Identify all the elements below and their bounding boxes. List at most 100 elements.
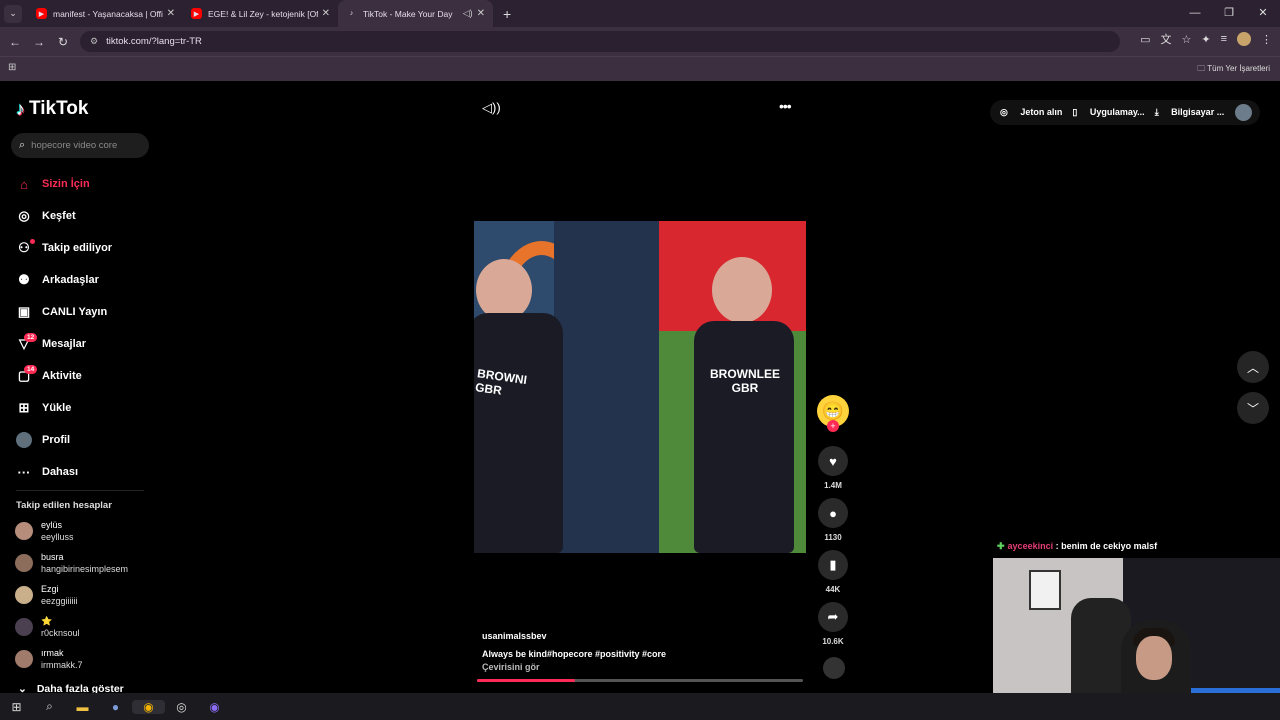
minimize-button[interactable]: — — [1178, 0, 1212, 27]
reload-button[interactable]: ↻ — [51, 35, 75, 49]
sidebar-item-label: Mesajlar — [42, 338, 87, 350]
apps-icon[interactable]: ⊞ — [8, 62, 16, 73]
comment-button[interactable]: ● — [818, 498, 848, 528]
following-account[interactable]: ırmak irmmakk.7 — [15, 644, 165, 674]
account-username: eeylluss — [41, 532, 74, 542]
search-icon[interactable]: ⌕ — [33, 699, 66, 714]
following-account[interactable]: eylüs eeylluss — [15, 516, 165, 546]
restore-button[interactable]: ❐ — [1212, 0, 1246, 27]
following-account[interactable]: Ezgi eezggiiiiii — [15, 580, 165, 610]
video-description: Always be kind#hopecore #positivity #cor… — [482, 649, 667, 659]
profile-icon — [14, 432, 34, 449]
file-explorer-icon[interactable]: ▬ — [66, 700, 99, 714]
runner-head — [712, 257, 772, 323]
messages-badge: 12 — [24, 333, 38, 342]
obs-icon[interactable]: ◎ — [165, 700, 198, 714]
sidebar-item-label: Yükle — [42, 402, 72, 414]
profile-avatar[interactable] — [1237, 32, 1251, 46]
translate-icon[interactable]: 文 — [1160, 31, 1171, 47]
sidebar-item-label: Takip ediliyor — [42, 242, 113, 254]
account-username: irmmakk.7 — [41, 660, 83, 670]
chrome-icon[interactable]: ◉ — [132, 699, 165, 714]
follow-plus-icon[interactable]: + — [827, 420, 839, 432]
following-account[interactable]: ⭐ r0cknsoul — [15, 612, 165, 642]
upload-icon: ⊞ — [18, 400, 30, 415]
video-author[interactable]: usanimalssbev — [482, 631, 812, 641]
new-tab-button[interactable]: + — [503, 6, 511, 22]
url-field[interactable]: ⚙ tiktok.com/?lang=tr-TR — [80, 31, 1120, 52]
sidebar-item-messages[interactable]: ▽ 12 Mesajlar — [14, 328, 154, 360]
user-avatar[interactable] — [1235, 104, 1252, 121]
sidebar-item-profile[interactable]: Profil — [14, 424, 154, 456]
tiktok-icon: ♪ — [349, 10, 354, 17]
translate-link[interactable]: Çevirisini gör — [482, 662, 812, 672]
like-button[interactable]: ♥ — [818, 446, 848, 476]
get-coins-button[interactable]: ◎ Jeton alın — [1000, 107, 1062, 118]
avatar — [15, 618, 33, 636]
music-disc-icon[interactable] — [823, 657, 845, 679]
get-app-button[interactable]: ▯ Uygulamay... — [1072, 107, 1144, 118]
tab-tiktok[interactable]: ♪ TikTok - Make Your Day ◁) ✕ — [338, 0, 493, 27]
start-icon[interactable]: ⊞ — [0, 700, 33, 714]
cast-icon[interactable]: ▭ — [1140, 33, 1150, 46]
volume-icon[interactable]: ◁)) — [482, 100, 501, 116]
close-window-button[interactable]: ✕ — [1246, 0, 1280, 27]
share-button[interactable]: ➦ — [818, 602, 848, 632]
divider — [16, 490, 144, 491]
more-options-icon[interactable]: ••• — [779, 98, 792, 114]
menu-icon[interactable]: ⋮ — [1261, 33, 1272, 46]
sidebar-item-upload[interactable]: ⊞ Yükle — [14, 392, 154, 424]
close-icon[interactable]: ✕ — [322, 8, 330, 19]
top-actions: ◎ Jeton alın ▯ Uygulamay... ⤓ Bilgisayar… — [990, 100, 1260, 125]
app-icon[interactable]: ● — [99, 700, 132, 714]
video-progress-fill — [477, 679, 575, 682]
share-count: 10.6K — [822, 637, 844, 646]
sidebar-item-more[interactable]: ··· Dahası — [14, 456, 154, 488]
sidebar-item-for-you[interactable]: ⌂ Sizin İçin — [14, 168, 154, 200]
back-button[interactable]: ← — [3, 35, 27, 49]
speaker-icon[interactable]: ◁) — [463, 8, 473, 19]
previous-video-button[interactable]: ︿ — [1237, 351, 1269, 383]
home-icon: ⌂ — [20, 176, 28, 192]
youtube-icon: ▶ — [191, 8, 202, 19]
search-input[interactable]: ⌕ hopecore video core — [11, 133, 149, 158]
sidebar-item-friends[interactable]: ⚉ Arkadaşlar — [14, 264, 154, 296]
sidebar-item-following[interactable]: ⚇ Takip ediliyor — [14, 232, 154, 264]
save-button[interactable]: ▮ — [818, 550, 848, 580]
search-icon: ⌕ — [19, 139, 26, 151]
sidebar-item-label: Aktivite — [42, 370, 82, 382]
account-username: eezggiiiiii — [41, 596, 78, 606]
get-app-label: Uygulamay... — [1089, 107, 1145, 117]
close-icon[interactable]: ✕ — [477, 8, 485, 19]
comment-count: 1130 — [824, 533, 842, 542]
tab-search-button[interactable]: ⌄ — [4, 4, 22, 23]
account-name: eylüs — [41, 520, 63, 530]
bookmark-icon: ▮ — [829, 557, 837, 572]
tiktok-logo[interactable]: ♪ TikTok — [16, 98, 88, 120]
extensions-icon[interactable]: ✦ — [1201, 33, 1210, 46]
tab-ketojenik[interactable]: ▶ EGE! & Lil Zey - ketojenik [Official ✕ — [183, 0, 338, 27]
video-progress-bar[interactable] — [477, 679, 803, 682]
heart-icon: ♥ — [829, 453, 837, 469]
site-info-icon[interactable]: ⚙ — [90, 36, 98, 47]
close-icon[interactable]: ✕ — [167, 8, 175, 19]
video-player[interactable]: BROWNI GBR BROWNLEE GBR — [474, 221, 806, 553]
sidebar-item-live[interactable]: ▣ CANLI Yayın — [14, 296, 154, 328]
avatar — [15, 650, 33, 668]
media-control-icon[interactable]: ≡ — [1221, 33, 1227, 45]
account-name: Ezgi — [41, 584, 59, 594]
next-video-button[interactable]: ﹀ — [1237, 392, 1269, 424]
following-account[interactable]: busra hangibirinesimplesem — [15, 548, 165, 578]
messenger-icon[interactable]: ◉ — [198, 700, 231, 714]
bookmark-star-icon[interactable]: ☆ — [1181, 33, 1191, 46]
tab-manifest[interactable]: ▶ manifest - Yaşanacaksa | Official ✕ — [28, 0, 183, 27]
compass-icon: ◎ — [18, 208, 30, 223]
sidebar-item-label: Keşfet — [42, 210, 76, 222]
forward-button[interactable]: → — [27, 35, 51, 49]
webcam-picture-frame — [1029, 570, 1061, 610]
all-bookmarks[interactable]: 🗀 Tüm Yer İşaretleri — [1197, 63, 1270, 77]
sidebar-item-explore[interactable]: ◎ Keşfet — [14, 200, 154, 232]
sidebar-nav: ⌂ Sizin İçin ◎ Keşfet ⚇ Takip ediliyor ⚉… — [14, 168, 154, 488]
computer-app-button[interactable]: ⤓ Bilgisayar ... — [1155, 107, 1225, 118]
sidebar-item-activity[interactable]: ▢ 14 Aktivite — [14, 360, 154, 392]
